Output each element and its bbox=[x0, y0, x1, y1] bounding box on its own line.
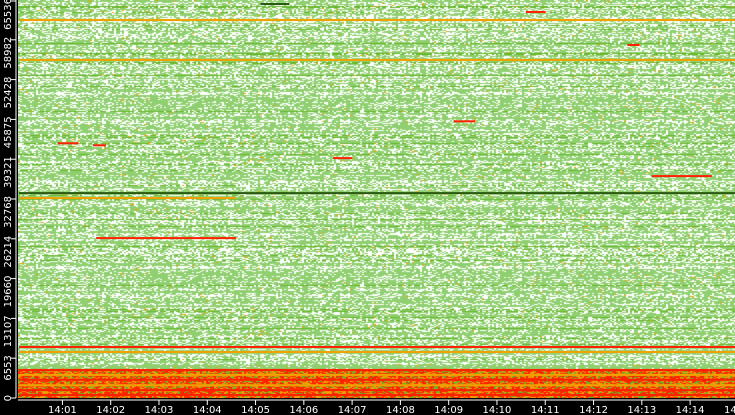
y-axis: 0 6553 13107 19660 26214 32768 39321 45875 52428… bbox=[3, 0, 17, 401]
x-tick-label: 14:07 bbox=[338, 405, 367, 415]
segment-high bbox=[18, 58, 735, 61]
segment-max bbox=[96, 237, 237, 240]
segment-max bbox=[57, 142, 79, 145]
segment-dark bbox=[260, 3, 290, 6]
x-tick-label: 14:06 bbox=[289, 405, 318, 415]
x-tick-label: 14:03 bbox=[145, 405, 174, 415]
x-axis: 14:01 14:02 14:03 14:04 14:05 14:06 14:07 14:08… bbox=[18, 399, 735, 415]
x-tick-label: 14:10 bbox=[483, 405, 512, 415]
x-tick-label: 14:11 bbox=[531, 405, 560, 415]
segment-high bbox=[18, 197, 236, 200]
highlight-segments bbox=[18, 3, 735, 396]
x-tick-label: 14:08 bbox=[386, 405, 415, 415]
y-tick-label: 52428 bbox=[3, 77, 14, 109]
y-tick-label: 58982 bbox=[3, 37, 14, 69]
segment-max bbox=[18, 389, 735, 392]
y-tick-label: 0 bbox=[3, 395, 14, 401]
segment-high bbox=[18, 351, 735, 354]
segment-dark bbox=[18, 192, 735, 195]
x-tick-label: 14:12 bbox=[579, 405, 608, 415]
segment-max bbox=[525, 11, 546, 14]
segment-max bbox=[18, 345, 735, 348]
y-tick-label: 45875 bbox=[3, 116, 14, 148]
y-tick-label: 26214 bbox=[3, 236, 14, 268]
heatmap-overlay: 0 6553 13107 19660 26214 32768 39321 45875 52428… bbox=[3, 0, 735, 415]
segment-max bbox=[18, 393, 735, 396]
segment-high bbox=[18, 373, 735, 376]
x-tick-label: 14:15 bbox=[724, 405, 735, 415]
segment-max bbox=[627, 43, 640, 46]
y-tick-label: 32768 bbox=[3, 196, 14, 228]
x-tick-label: 14:09 bbox=[434, 405, 463, 415]
y-tick-label: 65536 bbox=[3, 0, 14, 30]
x-tick-label: 14:02 bbox=[96, 405, 125, 415]
x-tick-label: 14:01 bbox=[48, 405, 77, 415]
y-tick-label: 19660 bbox=[3, 276, 14, 308]
segment-max bbox=[332, 157, 353, 160]
segment-high bbox=[18, 19, 735, 22]
x-tick-label: 14:05 bbox=[241, 405, 270, 415]
segment-max bbox=[453, 120, 476, 123]
segment-max bbox=[92, 144, 106, 147]
segment-max bbox=[18, 378, 735, 381]
segment-high bbox=[18, 384, 735, 387]
x-tick-label: 14:04 bbox=[193, 405, 222, 415]
x-tick-label: 14:14 bbox=[676, 405, 705, 415]
segment-max bbox=[18, 369, 735, 372]
x-tick-label: 14:13 bbox=[627, 405, 656, 415]
port-activity-heatmap: 0 6553 13107 19660 26214 32768 39321 45875 52428… bbox=[0, 0, 735, 415]
y-tick-label: 13107 bbox=[3, 315, 14, 347]
segment-max bbox=[651, 175, 712, 178]
y-tick-label: 39321 bbox=[3, 156, 14, 188]
y-tick-label: 6553 bbox=[3, 355, 14, 380]
